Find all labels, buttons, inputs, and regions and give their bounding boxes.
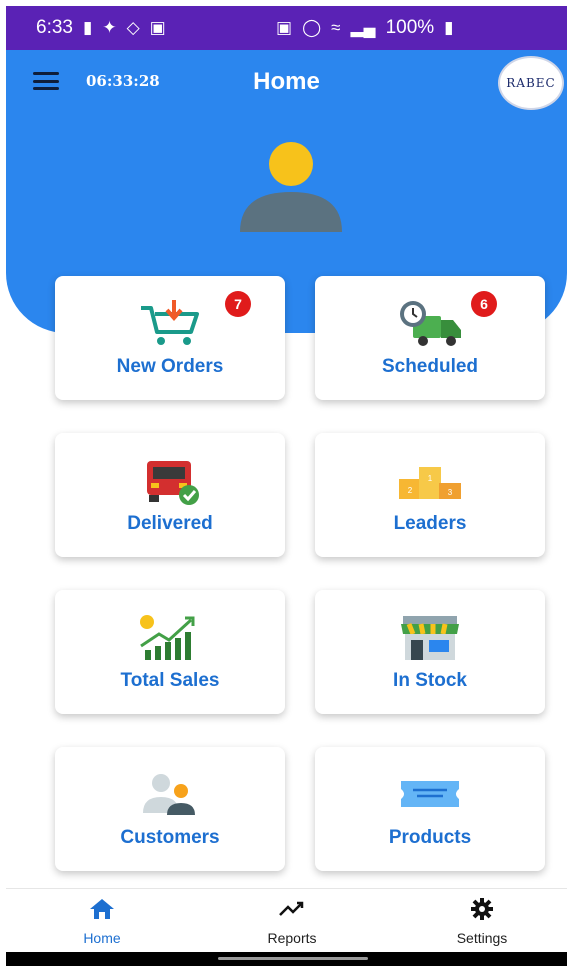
card-new-orders[interactable]: 7 New Orders — [55, 276, 285, 400]
home-icon — [90, 899, 114, 919]
card-label: Products — [388, 827, 472, 848]
new-orders-badge: 7 — [225, 291, 251, 317]
battery-percent: 100% — [385, 17, 435, 38]
card-label: Total Sales — [120, 670, 220, 691]
card-label: Scheduled — [381, 356, 479, 377]
twitter-icon: ✦ — [102, 18, 117, 37]
card-label: New Orders — [116, 356, 224, 377]
card-scheduled[interactable]: 6 Scheduled — [315, 276, 545, 400]
sales-chart-icon — [140, 615, 195, 660]
podium-icon: 2 1 3 — [399, 467, 461, 499]
alarm-icon: ◯ — [302, 18, 322, 37]
bottom-navigation: Home Reports Settings — [6, 888, 567, 953]
scheduled-badge: 6 — [471, 291, 497, 317]
card-in-stock[interactable]: In Stock — [315, 590, 545, 714]
status-time: 6:33 — [36, 17, 73, 38]
card-label: In Stock — [393, 670, 467, 691]
trend-icon — [279, 901, 304, 916]
nav-reports[interactable]: Reports — [232, 897, 352, 946]
page-title: Home — [253, 68, 320, 95]
shield-wifi-icon: ◇ — [126, 18, 140, 37]
card-label: Leaders — [393, 513, 467, 534]
signal-icon: ▂▄ — [350, 18, 376, 37]
store-icon — [401, 616, 459, 660]
nav-label: Settings — [456, 930, 508, 946]
ticket-icon — [401, 781, 459, 807]
card-total-sales[interactable]: Total Sales — [55, 590, 285, 714]
svg-text:1: 1 — [428, 474, 433, 483]
user-avatar-icon — [240, 142, 342, 232]
gear-icon — [471, 898, 493, 920]
nav-label: Home — [83, 930, 121, 946]
lock-icon: ▣ — [276, 18, 293, 37]
card-label: Customers — [120, 827, 220, 848]
message-icon: ▮ — [82, 18, 93, 37]
card-label: Delivered — [127, 513, 213, 534]
nav-label: Reports — [267, 930, 317, 946]
status-bar: 6:33 ▮ ✦ ◇ ▣ ▣ ◯ ≈ ▂▄ 100% ▮ — [6, 6, 567, 50]
svg-text:2: 2 — [408, 486, 413, 495]
truck-check-icon — [147, 461, 199, 505]
svg-text:3: 3 — [448, 488, 453, 497]
delivery-truck-clock-icon — [400, 301, 461, 346]
card-products[interactable]: Products — [315, 747, 545, 871]
home-indicator[interactable] — [218, 957, 368, 960]
people-icon — [143, 774, 195, 815]
battery-icon: ▮ — [444, 18, 454, 37]
wifi-icon: ≈ — [331, 18, 341, 37]
card-delivered[interactable]: Delivered — [55, 433, 285, 557]
nav-settings[interactable]: Settings — [422, 897, 542, 946]
cart-icon — [141, 300, 199, 345]
image-icon: ▣ — [149, 18, 166, 37]
card-customers[interactable]: Customers — [55, 747, 285, 871]
nav-home[interactable]: Home — [42, 897, 162, 946]
system-home-bar — [6, 952, 567, 966]
rabec-logo: RABEC — [498, 56, 564, 110]
card-leaders[interactable]: 2 1 3 Leaders — [315, 433, 545, 557]
